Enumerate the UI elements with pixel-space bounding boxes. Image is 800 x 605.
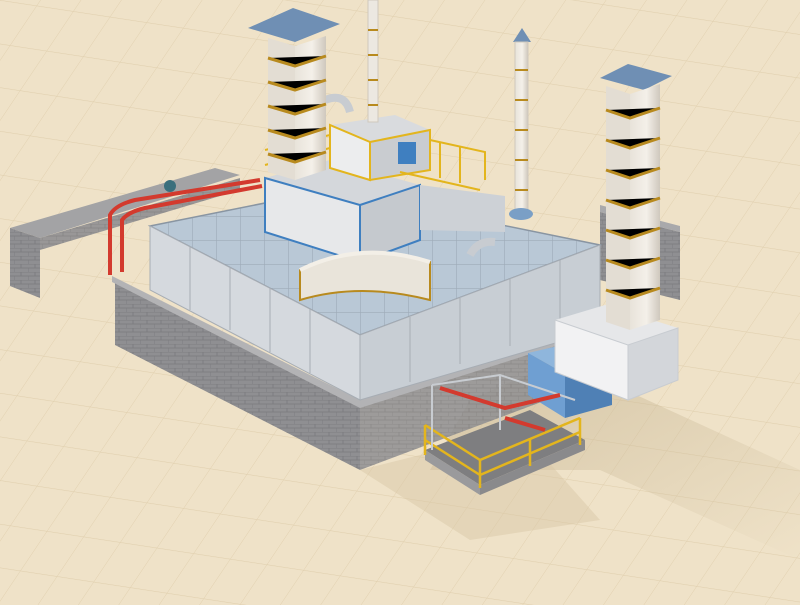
thin-stack-left [367,0,379,123]
facility-scene [0,0,800,605]
pump-unit [164,180,176,192]
